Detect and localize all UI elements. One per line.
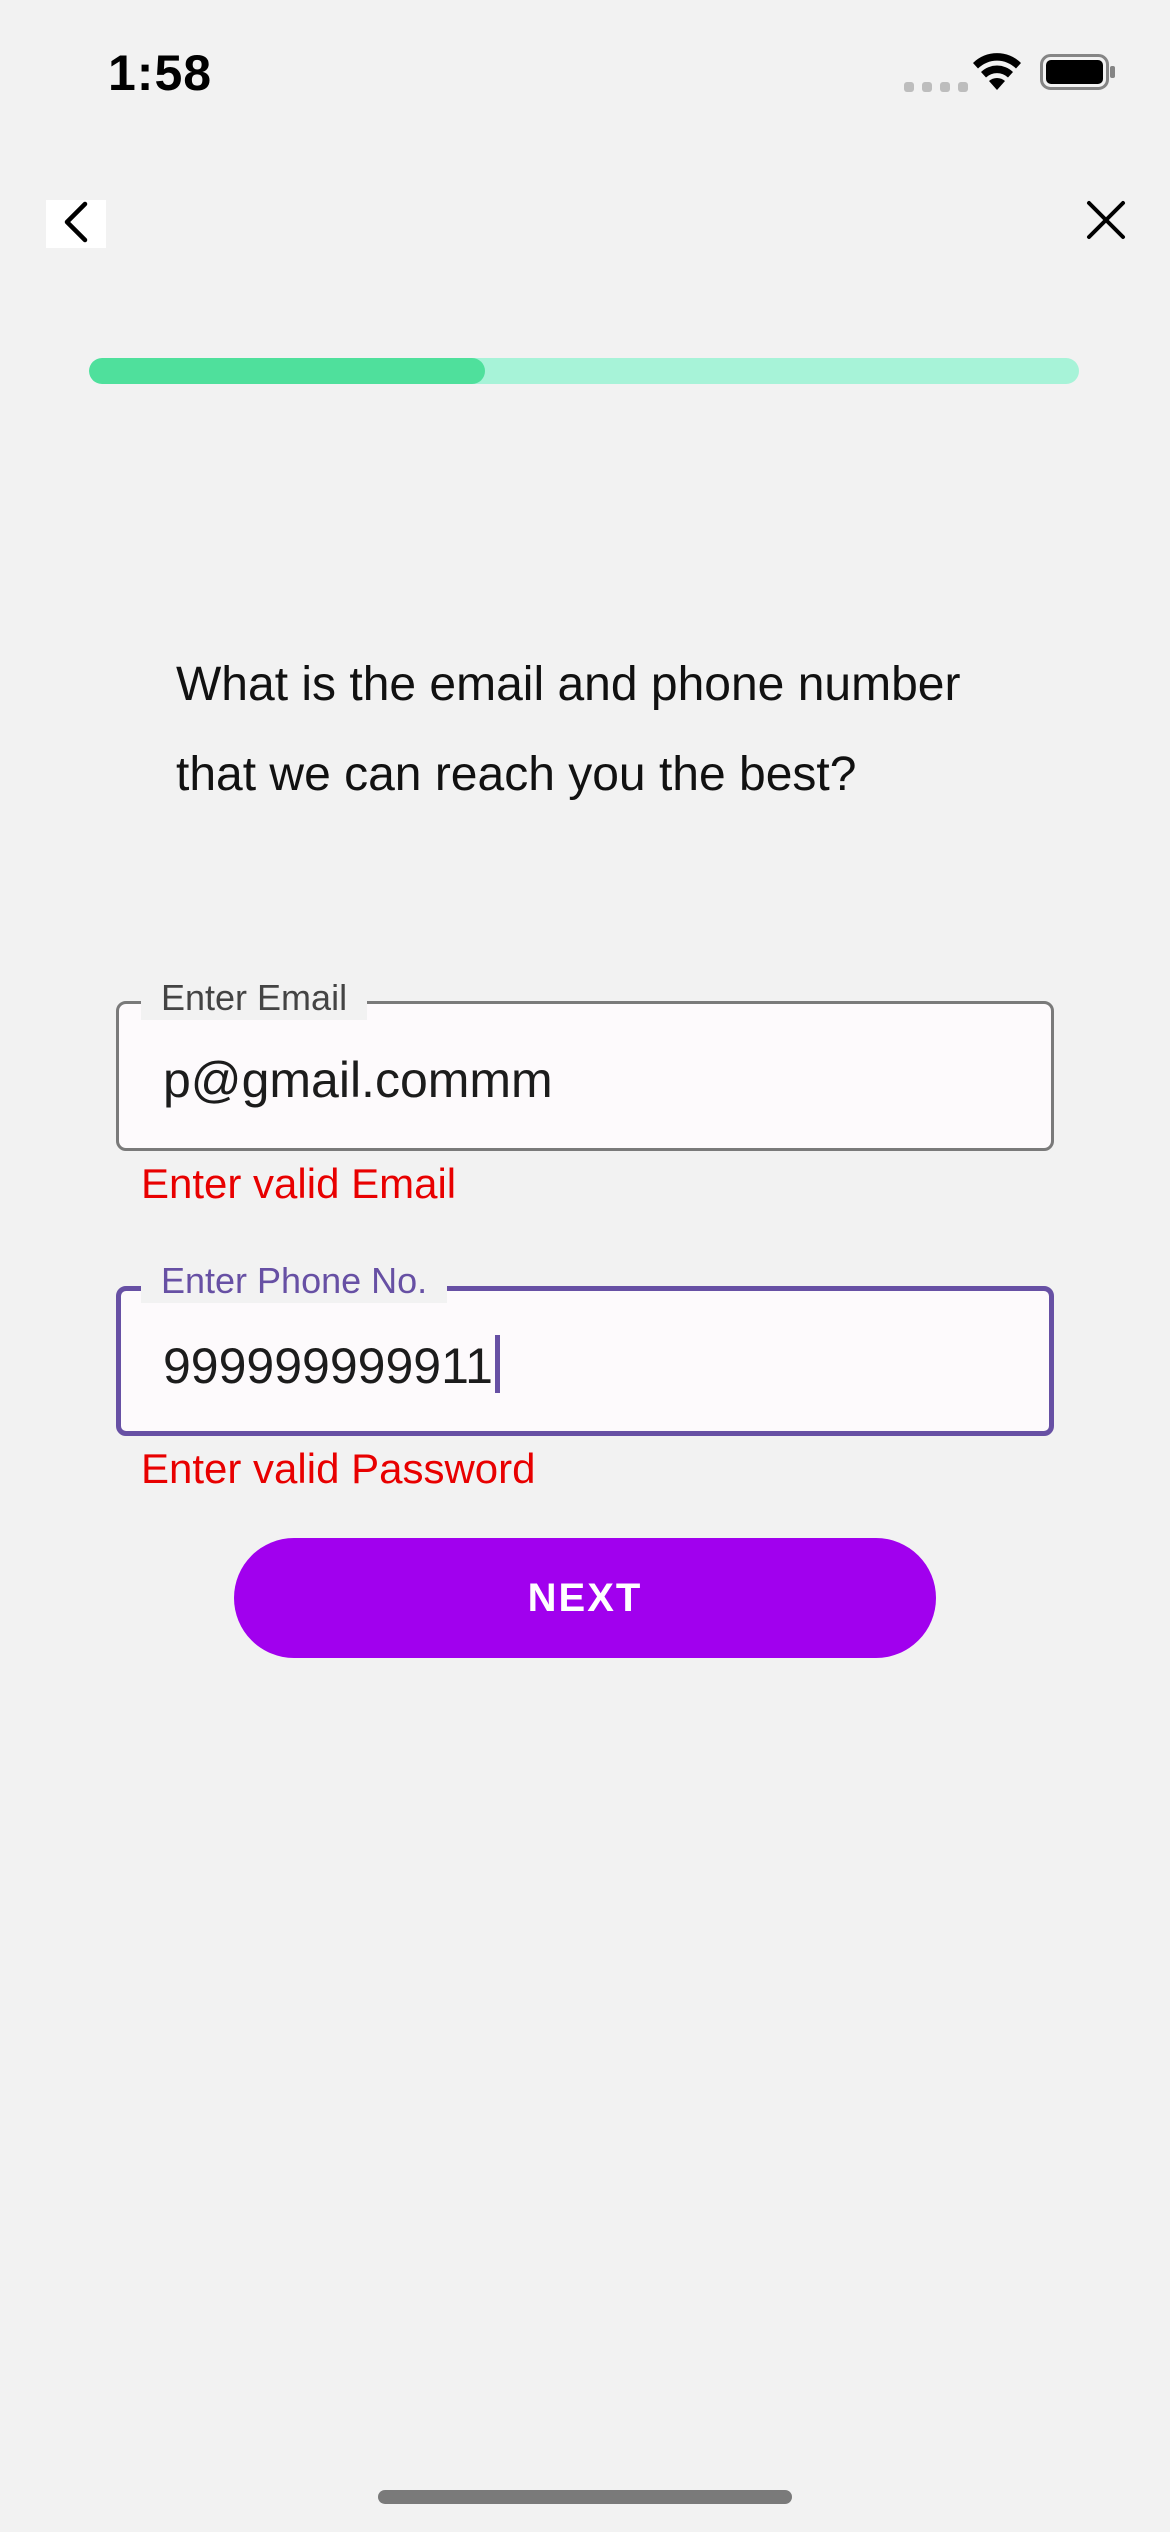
wifi-icon: [972, 50, 1022, 94]
phone-field[interactable]: Enter Phone No. 999999999911: [116, 1259, 1054, 1436]
progress-bar: [89, 358, 1079, 384]
email-field-value: p@gmail.commm: [163, 1052, 553, 1108]
phone-field-value-wrap: 999999999911: [163, 1335, 500, 1396]
phone-error-text: Enter valid Password: [141, 1445, 536, 1492]
close-icon: [1086, 200, 1126, 245]
question-text: What is the email and phone number that …: [176, 640, 1076, 820]
cellular-signal-icon: [904, 82, 968, 92]
phone-field-value: 999999999911: [163, 1338, 493, 1394]
back-button[interactable]: [46, 200, 106, 248]
close-button[interactable]: [1080, 196, 1132, 248]
battery-icon: [1040, 54, 1116, 90]
text-cursor: [494, 1335, 500, 1393]
question-line-1: What is the email and phone number: [176, 658, 961, 711]
phone-field-label: Enter Phone No.: [141, 1259, 448, 1303]
status-time: 1:58: [108, 45, 213, 101]
chevron-left-icon: [61, 200, 91, 249]
email-field-label: Enter Email: [141, 976, 368, 1020]
home-indicator[interactable]: [378, 2490, 792, 2504]
question-line-2: that we can reach you the best?: [176, 748, 857, 801]
email-error-text: Enter valid Email: [141, 1160, 457, 1207]
progress-fill: [89, 358, 485, 384]
email-field[interactable]: Enter Email p@gmail.commm: [116, 976, 1054, 1151]
next-button[interactable]: NEXT: [234, 1538, 936, 1658]
